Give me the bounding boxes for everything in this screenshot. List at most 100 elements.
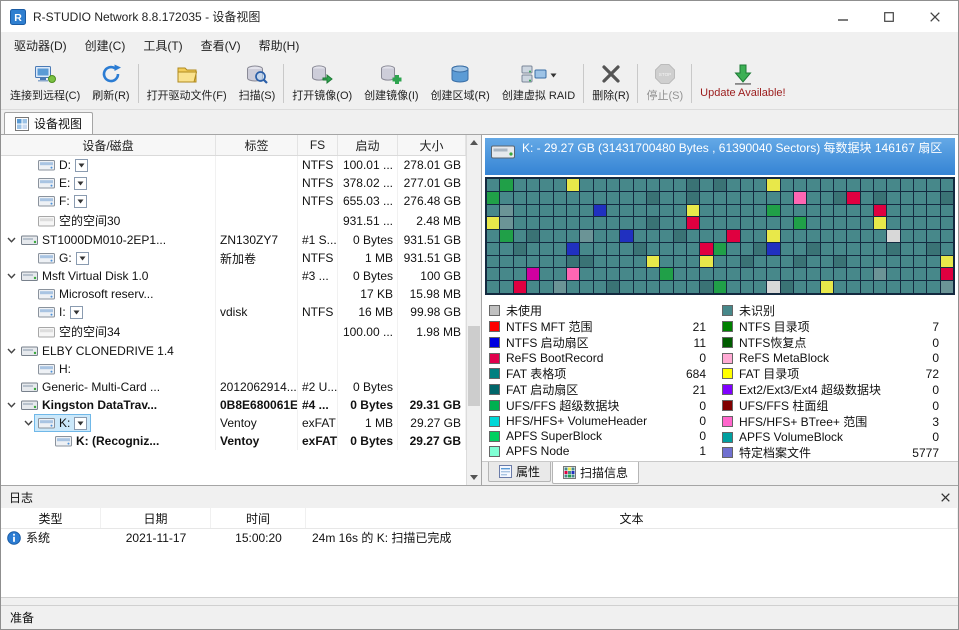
- volume-dropdown-icon[interactable]: [70, 306, 83, 319]
- menu-item-4[interactable]: 帮助(H): [250, 33, 309, 58]
- scan-block: [901, 205, 913, 217]
- scroll-down-icon[interactable]: [467, 470, 481, 485]
- volume-dropdown-icon[interactable]: [74, 417, 87, 430]
- device-row[interactable]: Generic- Multi-Card ...2012062914...#2 U…: [1, 378, 466, 396]
- maximize-button[interactable]: [866, 1, 912, 32]
- close-button[interactable]: [912, 1, 958, 32]
- chevron-down-icon[interactable]: [6, 402, 17, 408]
- scan-block: [674, 243, 686, 255]
- device-row[interactable]: 空的空间34100.00 ...1.98 MB: [1, 321, 466, 342]
- device-row[interactable]: K:VentoyexFAT1 MB29.27 GB: [1, 414, 466, 432]
- volume-icon: [38, 159, 55, 171]
- device-row[interactable]: Msft Virtual Disk 1.0#3 ...0 Bytes100 GB: [1, 267, 466, 285]
- refresh-button[interactable]: 刷新(R): [86, 59, 135, 108]
- menu-item-0[interactable]: 驱动器(D): [5, 33, 76, 58]
- device-row[interactable]: D:NTFS100.01 ...278.01 GB: [1, 156, 466, 174]
- scan-block: [781, 268, 793, 280]
- device-scrollbar[interactable]: [466, 135, 481, 485]
- device-row[interactable]: I:vdiskNTFS16 MB99.98 GB: [1, 303, 466, 321]
- scan-block: [914, 217, 926, 229]
- menu-item-1[interactable]: 创建(C): [76, 33, 135, 58]
- scan-block: [700, 256, 712, 268]
- open-drive-file-button[interactable]: 打开驱动文件(F): [141, 59, 233, 108]
- delete-button[interactable]: 删除(R): [586, 59, 635, 108]
- create-virtual-raid-button[interactable]: 创建虚拟 RAID: [496, 59, 581, 108]
- device-row[interactable]: ST1000DM010-2EP1...ZN130ZY7#1 S...0 Byte…: [1, 231, 466, 249]
- scrollbar-thumb[interactable]: [468, 326, 480, 406]
- log-column-header-0[interactable]: 类型: [1, 508, 101, 528]
- chevron-down-icon[interactable]: [6, 273, 17, 279]
- connect-remote-button[interactable]: 连接到远程(C): [4, 59, 86, 108]
- legend-swatch: [722, 337, 733, 348]
- log-row[interactable]: 系统2021-11-1715:00:2024m 16s 的 K: 扫描已完成: [1, 529, 958, 546]
- volume-dropdown-icon[interactable]: [76, 252, 89, 265]
- log-column-header-2[interactable]: 时间: [211, 508, 306, 528]
- column-header-0[interactable]: 设备/磁盘: [1, 135, 216, 155]
- device-fs-cell: [298, 360, 338, 378]
- dropdown-caret-icon[interactable]: [550, 67, 557, 81]
- menu-item-3[interactable]: 查看(V): [192, 33, 250, 58]
- device-row[interactable]: K: (Recogniz...VentoyexFAT0 Bytes29.27 G…: [1, 432, 466, 450]
- scan-block: [941, 256, 953, 268]
- scan-block: [914, 205, 926, 217]
- scan-block: [767, 256, 779, 268]
- tab-properties[interactable]: 属性: [488, 462, 551, 482]
- device-row[interactable]: Microsoft reserv...17 KB15.98 MB: [1, 285, 466, 303]
- column-header-3[interactable]: 启动: [338, 135, 398, 155]
- device-row[interactable]: ELBY CLONEDRIVE 1.4: [1, 342, 466, 360]
- scan-block: [727, 230, 739, 242]
- scan-block-map[interactable]: [485, 177, 955, 295]
- legend-item: 特定档案文件5777: [720, 445, 953, 460]
- minimize-button[interactable]: [820, 1, 866, 32]
- column-header-4[interactable]: 大小: [398, 135, 466, 155]
- scan-block: [700, 192, 712, 204]
- scan-block: [901, 243, 913, 255]
- column-header-1[interactable]: 标签: [216, 135, 298, 155]
- device-row[interactable]: 空的空间30931.51 ...2.48 MB: [1, 210, 466, 231]
- open-image-button[interactable]: 打开镜像(O): [286, 59, 358, 108]
- device-row[interactable]: Kingston DataTrav...0B8E680061E7#4 ...0 …: [1, 396, 466, 414]
- log-column-header-1[interactable]: 日期: [101, 508, 211, 528]
- chevron-down-icon[interactable]: [6, 348, 17, 354]
- close-icon[interactable]: [941, 493, 950, 502]
- create-region-button[interactable]: 创建区域(R): [425, 59, 496, 108]
- scan-block: [634, 179, 646, 191]
- stop-icon: STOP: [654, 62, 676, 86]
- scan-block: [514, 243, 526, 255]
- update-button[interactable]: Update Available!: [694, 59, 791, 108]
- device-name-wrap: ST1000DM010-2EP1...: [17, 231, 170, 249]
- log-column-header-3[interactable]: 文本: [306, 508, 958, 528]
- scan-block: [887, 268, 899, 280]
- device-row[interactable]: E:NTFS378.02 ...277.01 GB: [1, 174, 466, 192]
- legend-swatch: [722, 353, 733, 364]
- scan-block: [767, 243, 779, 255]
- legend-label: 未使用: [506, 302, 672, 319]
- tab-device-view[interactable]: 设备视图: [4, 112, 93, 134]
- chevron-down-icon[interactable]: [23, 420, 34, 426]
- scan-block: [794, 230, 806, 242]
- device-panel: 设备/磁盘标签FS启动大小 D:NTFS100.01 ...278.01 GBE…: [1, 135, 482, 485]
- device-row[interactable]: F:NTFS655.03 ...276.48 GB: [1, 192, 466, 210]
- device-row[interactable]: H:: [1, 360, 466, 378]
- device-name-cell: ST1000DM010-2EP1...: [1, 231, 216, 249]
- scan-block: [674, 230, 686, 242]
- scan-block: [767, 205, 779, 217]
- device-name-wrap: Kingston DataTrav...: [17, 396, 161, 414]
- volume-dropdown-icon[interactable]: [74, 195, 87, 208]
- menu-item-2[interactable]: 工具(T): [134, 33, 191, 58]
- volume-dropdown-icon[interactable]: [75, 159, 88, 172]
- device-row[interactable]: G:新加卷NTFS1 MB931.51 GB: [1, 249, 466, 267]
- device-name-cell: I:: [1, 303, 216, 321]
- tab-scan-info[interactable]: 扫描信息: [552, 462, 639, 484]
- scan-button[interactable]: 扫描(S): [233, 59, 282, 108]
- create-image-button[interactable]: 创建镜像(I): [358, 59, 424, 108]
- device-name-wrap: Microsoft reserv...: [34, 285, 157, 303]
- device-name-cell: E:: [1, 174, 216, 192]
- column-header-2[interactable]: FS: [298, 135, 338, 155]
- volume-dropdown-icon[interactable]: [74, 177, 87, 190]
- chevron-down-icon[interactable]: [6, 237, 17, 243]
- scan-block: [807, 256, 819, 268]
- scrollbar-track[interactable]: [467, 150, 481, 470]
- scan-block: [687, 243, 699, 255]
- scroll-up-icon[interactable]: [467, 135, 481, 150]
